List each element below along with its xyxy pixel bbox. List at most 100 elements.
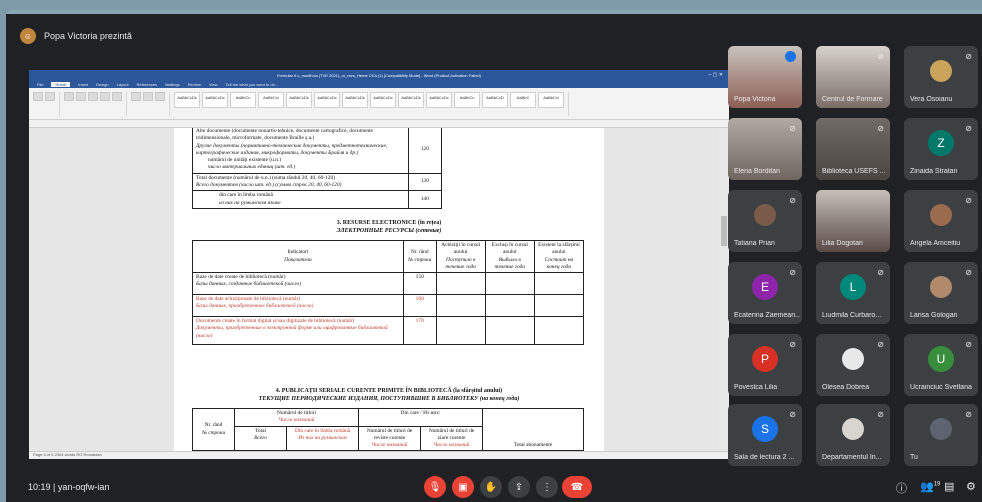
col-header: Numărul de titluri de reviste curente: [366, 427, 413, 441]
top-strip: [6, 10, 982, 14]
table-row: Documente create în format digital și/sa…: [192, 316, 585, 346]
bold-icon[interactable]: [64, 91, 74, 101]
avatar: [930, 418, 952, 440]
style-swatch[interactable]: AaBbCcDc: [314, 91, 340, 108]
style-swatch[interactable]: AaBbCc: [230, 91, 256, 108]
present-button[interactable]: ⇪: [508, 476, 530, 498]
participant-name: Elena Borditan: [734, 168, 780, 175]
col-header: Total: [255, 427, 266, 434]
word-tab[interactable]: Mailings: [165, 82, 180, 87]
word-tab[interactable]: References: [137, 82, 157, 87]
participant-tile[interactable]: ⊘ Tu: [904, 404, 978, 466]
avatar: [842, 418, 864, 440]
participant-tile[interactable]: ⊘ Departamentul In...: [816, 404, 890, 466]
style-swatch[interactable]: AaBbCcI: [258, 91, 284, 108]
mic-off-icon: ⊘: [877, 410, 884, 419]
word-tab[interactable]: Review: [188, 82, 201, 87]
participant-tile[interactable]: Z ⊘ Zinaida Stratan: [904, 118, 978, 180]
word-tab[interactable]: File: [37, 82, 43, 87]
style-swatch[interactable]: AaBbCcDc: [398, 91, 424, 108]
row-code: 170: [402, 316, 437, 346]
word-tab[interactable]: Layout: [117, 82, 129, 87]
mic-off-icon: ⊘: [877, 52, 884, 61]
activities-icon[interactable]: ⚙: [966, 480, 976, 493]
mic-off-icon: ⊘: [965, 196, 972, 205]
participant-tile[interactable]: Lilia Dogotari: [816, 190, 890, 252]
end-call-button[interactable]: ☎: [562, 476, 592, 498]
mic-off-icon: ⊘: [789, 410, 796, 419]
row-code: 140: [407, 190, 443, 209]
style-swatch[interactable]: AaBbCcDc: [370, 91, 396, 108]
participant-tile[interactable]: L ⊘ Liudmila Curbaro...: [816, 262, 890, 324]
mic-off-icon: ⊘: [965, 410, 972, 419]
section3-title: 3. RESURSE ELECTRONICE (în rețea) ЭЛЕКТР…: [174, 220, 604, 236]
cell-text: Total documente (numărul de u.n.) (suma …: [196, 174, 335, 181]
raise-hand-button[interactable]: ✋: [480, 476, 502, 498]
word-tab[interactable]: View: [209, 82, 218, 87]
style-swatch[interactable]: AaBbC: [510, 91, 536, 108]
styles-group: AaBbCcDc AaBbCcDc AaBbCc AaBbCcI AaBbCcD…: [174, 91, 569, 116]
participant-tile[interactable]: ⊘ Olesea Dobrea: [816, 334, 890, 396]
word-title: Formular 6 c_modif.ica (TVE 2021)_ro_rez…: [276, 72, 481, 78]
style-swatch[interactable]: AaBbCcD: [482, 91, 508, 108]
row-code: 120: [407, 128, 443, 174]
participant-tile[interactable]: P ⊘ Povestca Lilia: [728, 334, 802, 396]
col-header: Total abonamente: [482, 407, 584, 451]
mic-toggle-button[interactable]: 🎙: [424, 476, 446, 498]
participant-tile[interactable]: ⊘ Vera Osoianu: [904, 46, 978, 108]
word-tab[interactable]: Home: [51, 81, 71, 87]
document-page: Alte documente (documente nonartis-tehni…: [174, 128, 604, 451]
col-header-ru: Из них на румынском: [298, 434, 347, 441]
people-icon[interactable]: 👥19: [920, 480, 940, 493]
word-tab[interactable]: Insert: [78, 82, 88, 87]
mic-off-icon: ⊘: [789, 196, 796, 205]
participant-name: Liudmila Curbaro...: [822, 312, 882, 319]
shared-screen: Formular 6 c_modif.ica (TVE 2021)_ro_rez…: [29, 70, 729, 459]
cut-icon[interactable]: [45, 91, 55, 101]
camera-toggle-button[interactable]: ▣: [452, 476, 474, 498]
info-icon[interactable]: ⓘ: [896, 480, 907, 496]
participant-tile[interactable]: ⊘ Larisa Gologan: [904, 262, 978, 324]
style-swatch[interactable]: AaBbCcl: [538, 91, 564, 108]
style-swatch[interactable]: AaBbCcDc: [174, 91, 200, 108]
participant-tile[interactable]: Popa Victoria: [728, 46, 802, 108]
avatar: [930, 204, 952, 226]
cell-text-ru: из них на румынском языке: [219, 199, 281, 206]
scroll-thumb[interactable]: [721, 216, 727, 246]
style-swatch[interactable]: AaBbCc: [454, 91, 480, 108]
mic-off-icon: ⊘: [877, 340, 884, 349]
style-swatch[interactable]: AaBbCcDc: [426, 91, 452, 108]
avatar: [930, 276, 952, 298]
participant-tile[interactable]: ⊘ Angela Amceitiu: [904, 190, 978, 252]
participant-tile[interactable]: U ⊘ Ucrainciuc Svetlana: [904, 334, 978, 396]
participant-tile[interactable]: S ⊘ Sala de lectura 2 ...: [728, 404, 802, 466]
italic-icon[interactable]: [76, 91, 86, 101]
word-tell-me[interactable]: Tell me what you want to do...: [225, 82, 278, 87]
word-titlebar: Formular 6 c_modif.ica (TVE 2021)_ro_rez…: [29, 70, 729, 80]
style-swatch[interactable]: AaBbCcDc: [342, 91, 368, 108]
participant-name: Tu: [910, 454, 918, 461]
chat-icon[interactable]: ▤: [944, 480, 954, 493]
numbering-icon[interactable]: [143, 91, 153, 101]
font-color-icon[interactable]: [100, 91, 110, 101]
highlight-icon[interactable]: [112, 91, 122, 101]
more-options-button[interactable]: ⋮: [536, 476, 558, 498]
align-icon[interactable]: [155, 91, 165, 101]
participant-tile[interactable]: E ⊘ Ecaterina Zaemean...: [728, 262, 802, 324]
bullets-icon[interactable]: [131, 91, 141, 101]
participant-tile[interactable]: ⊘ Biblioteca USEFS ...: [816, 118, 890, 180]
style-swatch[interactable]: AaBbCcDc: [286, 91, 312, 108]
col-header-ru: Всего: [254, 434, 267, 441]
participant-tile[interactable]: ⊘ Elena Borditan: [728, 118, 802, 180]
style-swatch[interactable]: AaBbCcDc: [202, 91, 228, 108]
participant-tile[interactable]: ⊘ Tatiana Prian: [728, 190, 802, 252]
word-tab[interactable]: Design: [96, 82, 108, 87]
participant-tile[interactable]: ⊘ Centrul de Formare: [816, 46, 890, 108]
underline-icon[interactable]: [88, 91, 98, 101]
cell-text-ru: Базы данных, приобретенные библиотекой (…: [196, 303, 314, 310]
paste-icon[interactable]: [33, 91, 43, 101]
participant-name: Centrul de Formare: [822, 96, 883, 103]
font-group: [64, 91, 127, 116]
presenter-label: Popa Victoria prezintă: [44, 31, 132, 41]
col-header-ru: Выбыло в течение года: [494, 256, 525, 270]
